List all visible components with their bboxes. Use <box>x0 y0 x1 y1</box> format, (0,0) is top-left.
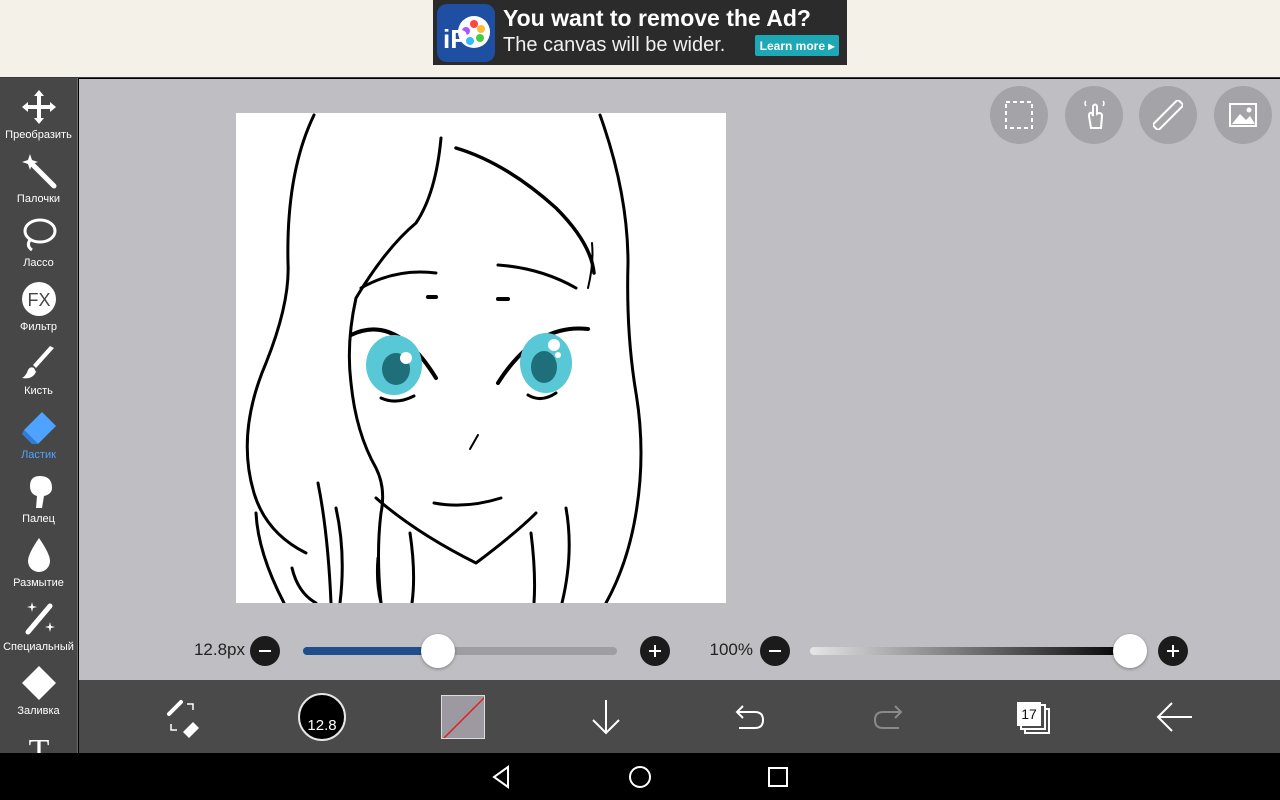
ruler-button[interactable] <box>1139 86 1197 144</box>
opacity-increase-button[interactable] <box>1158 636 1188 666</box>
ad-subtitle: The canvas will be wider. <box>503 34 726 56</box>
tool-eraser[interactable]: Ластик <box>0 402 77 466</box>
selection-button[interactable] <box>990 86 1048 144</box>
svg-text:T: T <box>29 733 50 753</box>
tool-fill[interactable]: Заливка <box>0 658 77 722</box>
plus-icon <box>1167 645 1179 657</box>
image-import-button[interactable] <box>1214 86 1272 144</box>
brush-icon <box>22 346 54 379</box>
brush-size-label: 12.8px <box>193 640 245 659</box>
tool-special[interactable]: Специальный <box>0 594 77 658</box>
hand-gesture-button[interactable] <box>1065 86 1123 144</box>
image-import-icon <box>1229 103 1257 127</box>
tool-label: Кисть <box>24 385 53 397</box>
tool-brush[interactable]: Кисть <box>0 338 77 402</box>
tool-label: Палец <box>22 513 55 525</box>
tool-transform[interactable]: Преобразить <box>0 82 77 146</box>
brush-size-indicator[interactable]: 12.8 <box>298 693 346 741</box>
finger-smudge-icon <box>30 476 52 508</box>
brush-size-thumb[interactable] <box>421 634 456 668</box>
tool-label: Преобразить <box>5 129 72 141</box>
brush-eraser-swap-icon <box>167 700 199 738</box>
square-recents-icon <box>768 767 788 787</box>
tool-label: Специальный <box>3 641 74 653</box>
plus-icon <box>649 645 661 657</box>
ruler-icon <box>1153 100 1183 130</box>
magic-wand-icon <box>22 154 57 189</box>
opacity-slider[interactable] <box>810 647 1130 655</box>
ibispaint-logo: iP <box>437 4 495 62</box>
nav-back-button[interactable] <box>488 763 516 791</box>
tool-label: Размытие <box>13 577 64 589</box>
opacity-thumb[interactable] <box>1113 634 1147 668</box>
undo-button[interactable] <box>723 692 773 742</box>
tool-label: Ластик <box>21 449 56 461</box>
tool-blur[interactable]: Размытие <box>0 530 77 594</box>
redo-icon <box>873 705 903 729</box>
color-swatch-button[interactable] <box>441 695 485 739</box>
tool-label: Лассо <box>23 257 54 269</box>
tool-lasso[interactable]: Лассо <box>0 210 77 274</box>
opacity-decrease-button[interactable] <box>760 636 790 666</box>
tool-label: Палочки <box>16 193 61 205</box>
brush-size-slider-fill <box>303 647 439 655</box>
layers-button[interactable]: 17 <box>1015 699 1051 735</box>
bottom-toolbar: 12.8 17 <box>79 680 1280 753</box>
ad-banner[interactable]: iP You want to remove the Ad? The canvas… <box>433 0 847 65</box>
back-button[interactable] <box>1150 692 1200 742</box>
arrow-left-icon <box>1156 702 1192 732</box>
download-button[interactable] <box>581 692 631 742</box>
brush-size-value: 12.8 <box>307 717 337 734</box>
text-icon: T <box>29 733 50 753</box>
circle-home-icon <box>629 766 651 788</box>
ad-banner-bar: iP You want to remove the Ad? The canvas… <box>0 0 1280 78</box>
eraser-icon <box>22 412 56 444</box>
triangle-back-icon <box>492 765 509 789</box>
nav-recents-button[interactable] <box>764 763 792 791</box>
nav-home-button[interactable] <box>626 763 654 791</box>
anime-face-drawing <box>245 113 643 603</box>
app-root: iP You want to remove the Ad? The canvas… <box>0 0 1280 800</box>
fx-icon: FX <box>22 282 56 316</box>
tool-magic-wand[interactable]: Палочки <box>0 146 77 210</box>
fill-bucket-icon <box>22 666 56 700</box>
selection-icon <box>1005 101 1033 129</box>
arrow-down-icon <box>592 700 620 735</box>
redo-button[interactable] <box>865 692 915 742</box>
android-nav-bar <box>0 753 1280 800</box>
minus-icon <box>769 650 781 652</box>
ad-title: You want to remove the Ad? <box>503 5 811 31</box>
tool-filter[interactable]: FX Фильтр <box>0 274 77 338</box>
layer-count: 17 <box>1017 702 1041 726</box>
logo-text: iP <box>443 24 468 54</box>
brush-size-decrease-button[interactable] <box>250 636 280 666</box>
special-brush-icon <box>25 602 55 635</box>
brush-size-increase-button[interactable] <box>640 636 670 666</box>
swap-tool-button[interactable] <box>157 692 207 742</box>
svg-text:FX: FX <box>27 290 50 310</box>
tool-sidebar: Преобразить Палочки Лассо FX Фильтр Кист… <box>0 78 78 753</box>
tool-smudge[interactable]: Палец <box>0 466 77 530</box>
tool-text[interactable]: T <box>0 722 77 753</box>
drawing-canvas[interactable] <box>236 113 726 603</box>
hand-gesture-icon <box>1084 100 1105 129</box>
blur-drop-icon <box>28 538 50 572</box>
tool-label: Фильтр <box>20 321 57 333</box>
opacity-label: 100% <box>709 640 753 659</box>
workspace[interactable]: 12.8px 100% <box>79 79 1280 680</box>
move-icon <box>22 90 56 124</box>
minus-icon <box>259 650 271 652</box>
tool-label: Заливка <box>17 705 60 717</box>
lasso-icon <box>23 218 57 252</box>
undo-icon <box>735 705 765 729</box>
transparent-color-icon <box>442 696 484 738</box>
learn-more-button[interactable]: Learn more ▸ <box>755 35 839 56</box>
